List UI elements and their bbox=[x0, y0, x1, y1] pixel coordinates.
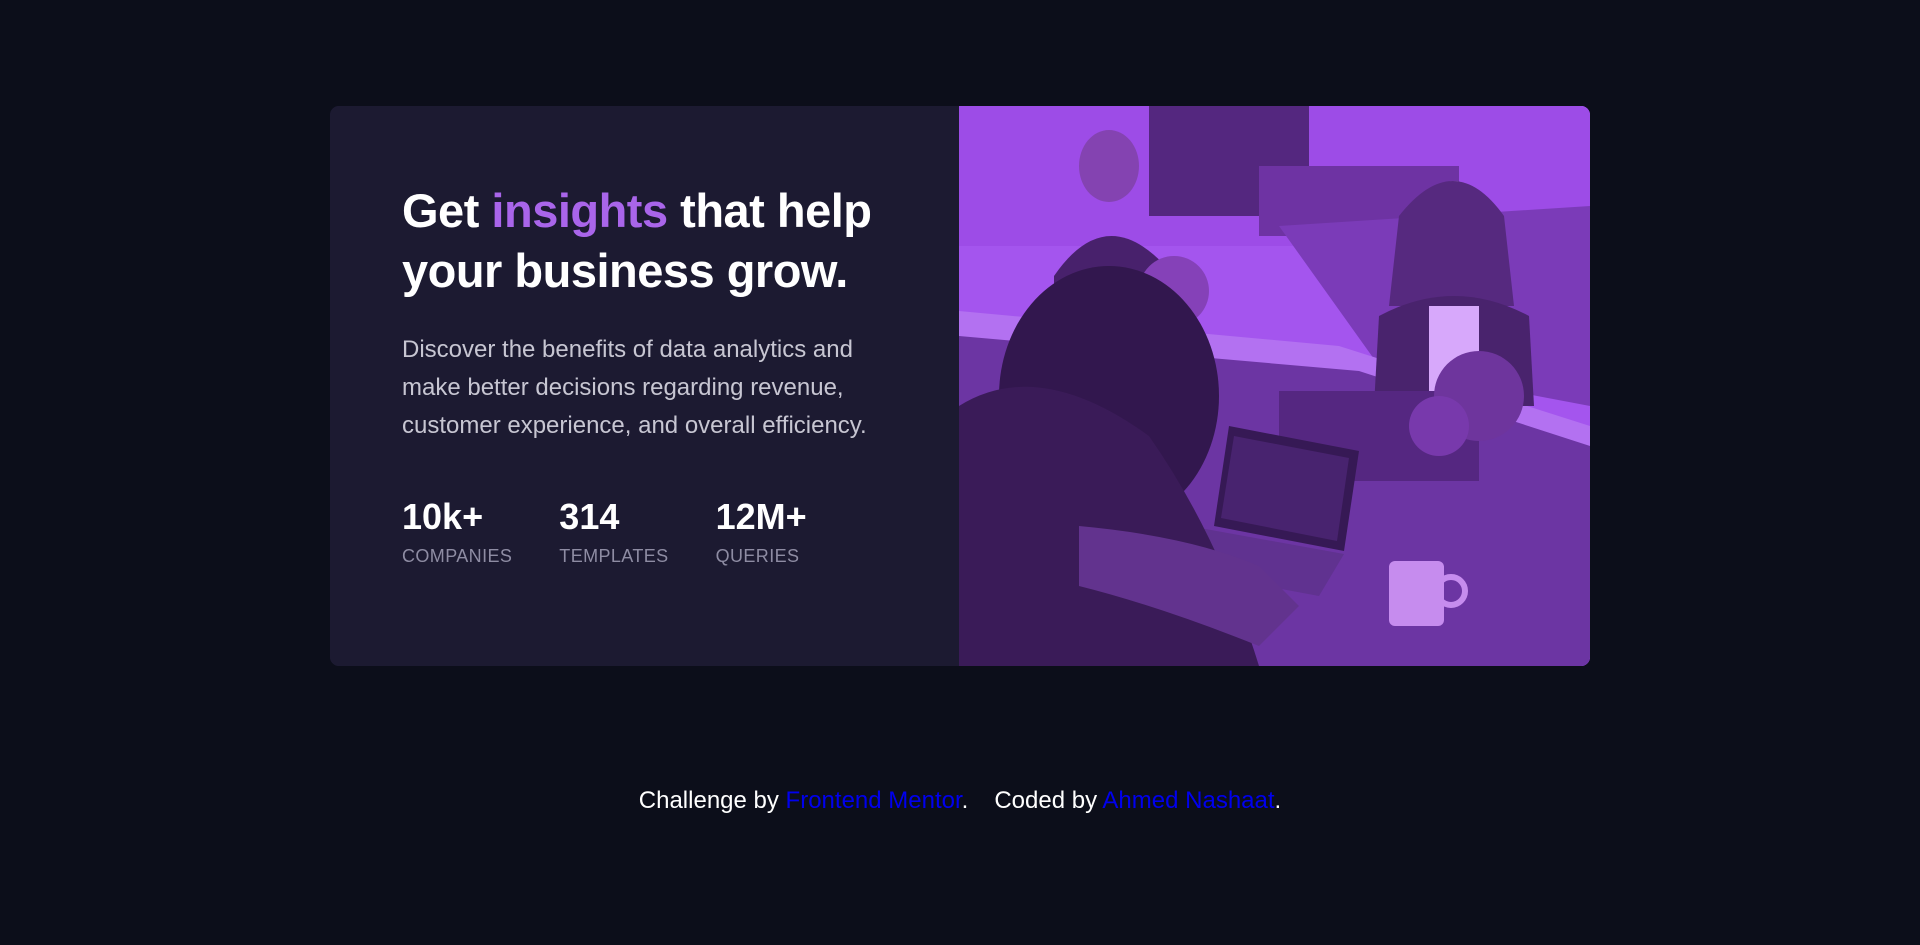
stat-companies: 10k+ COMPANIES bbox=[402, 497, 512, 567]
period: . bbox=[1274, 787, 1282, 814]
period: . bbox=[961, 787, 969, 814]
frontend-mentor-link[interactable]: Frontend Mentor bbox=[786, 787, 962, 814]
stat-value: 12M+ bbox=[715, 496, 807, 537]
headline: Get insights that help your business gro… bbox=[402, 181, 887, 301]
headline-accent: insights bbox=[491, 184, 668, 237]
description: Discover the benefits of data analytics … bbox=[402, 336, 867, 439]
author-link[interactable]: Ahmed Nashaat bbox=[1102, 787, 1274, 814]
card-content: Get insights that help your business gro… bbox=[330, 106, 959, 666]
attribution-footer: Challenge by Frontend Mentor. Coded by Ah… bbox=[0, 785, 1920, 817]
stat-label: QUERIES bbox=[715, 546, 800, 566]
stat-value: 10k+ bbox=[402, 496, 484, 537]
stat-templates: 314 TEMPLATES bbox=[559, 497, 668, 567]
challenge-text: Challenge by bbox=[638, 787, 786, 814]
office-photo-illustration bbox=[959, 106, 1590, 666]
stat-queries: 12M+ QUERIES bbox=[716, 497, 807, 567]
stats-row: 10k+ COMPANIES 314 TEMPLATES 12M+ QUERIE… bbox=[402, 497, 887, 567]
coded-text: Coded by bbox=[994, 787, 1103, 814]
photo-overlay bbox=[959, 106, 1590, 666]
office-photo bbox=[959, 106, 1590, 666]
stat-label: TEMPLATES bbox=[559, 546, 669, 566]
stat-label: COMPANIES bbox=[402, 546, 513, 566]
stat-value: 314 bbox=[559, 496, 620, 537]
headline-start: Get bbox=[402, 184, 492, 237]
insights-card: Get insights that help your business gro… bbox=[330, 106, 1590, 666]
